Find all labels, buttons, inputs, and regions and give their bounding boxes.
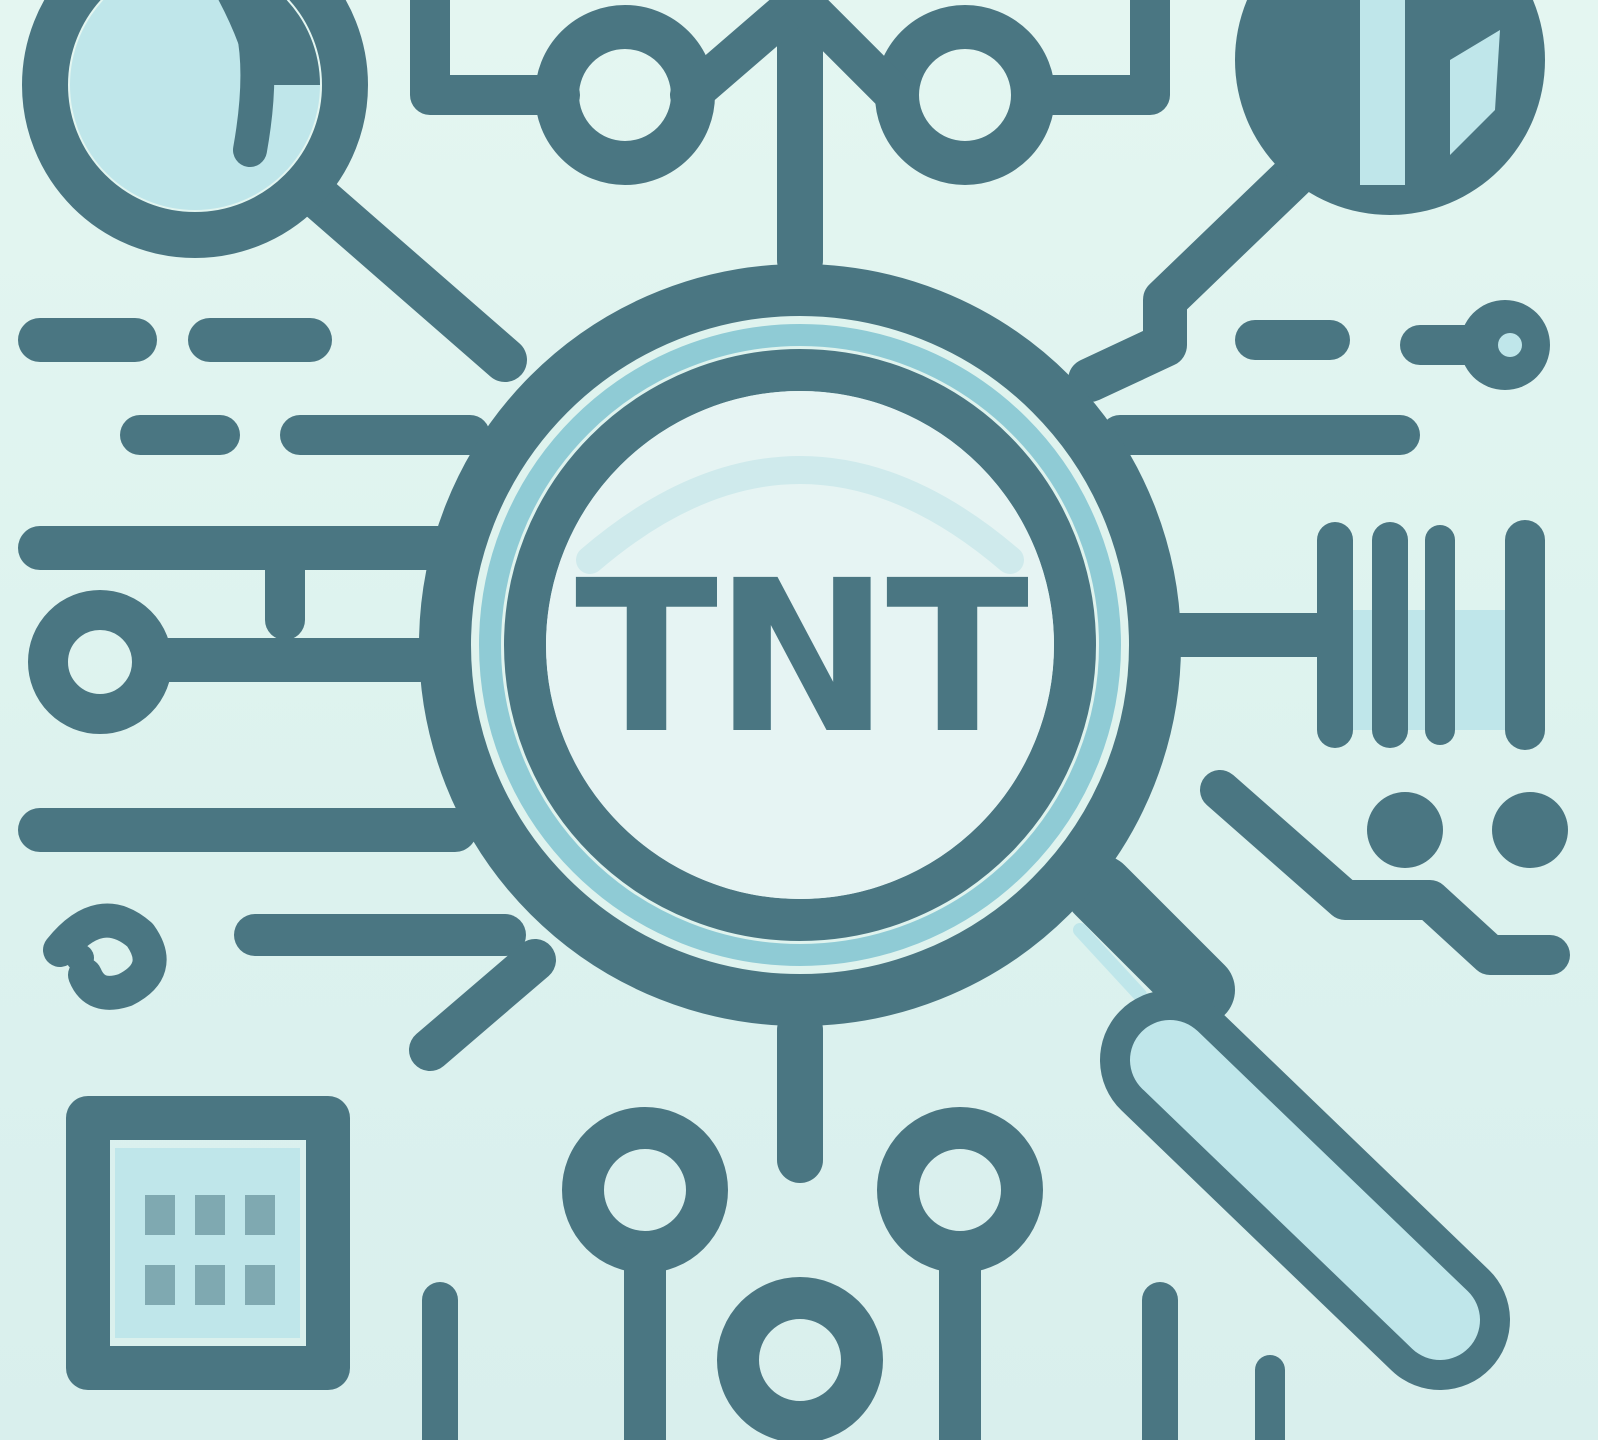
network-node-icon — [780, 0, 1170, 185]
network-node-icon — [410, 0, 820, 185]
grid-box-icon — [66, 1096, 350, 1390]
network-search-illustration: TNT — [18, 0, 1570, 1440]
right-dashes — [1235, 300, 1550, 390]
swirl-icon — [43, 903, 167, 1010]
logo-text: TNT — [575, 535, 1029, 780]
left-dashes — [18, 318, 332, 455]
bar-chart-icon — [1317, 520, 1545, 750]
connector-bottom-left — [409, 939, 556, 1071]
network-node-icon — [28, 590, 172, 734]
connector-top-left — [288, 168, 527, 382]
dot-nodes — [1367, 792, 1568, 868]
magnifier-handle — [1065, 855, 1510, 1390]
pie-chart-icon — [22, 0, 368, 258]
illustration-canvas: TNT — [0, 0, 1598, 1440]
